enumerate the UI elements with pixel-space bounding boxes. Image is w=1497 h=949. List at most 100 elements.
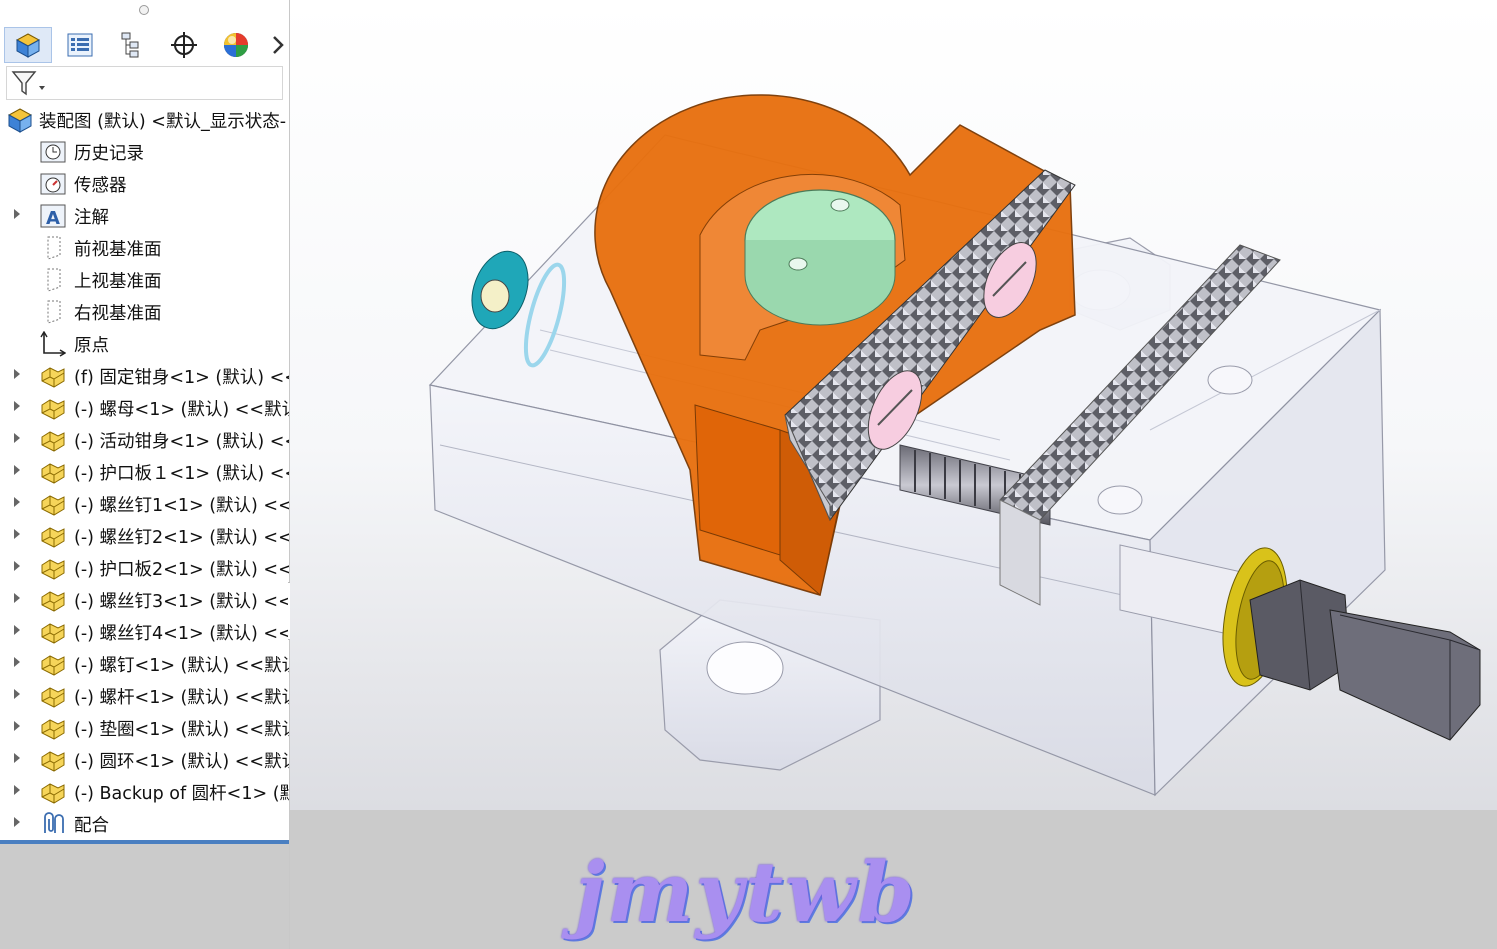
tree-item-part[interactable]: (-) 螺母<1> (默认) <<默认 (0, 391, 289, 423)
tree-item-label: (-) 螺母<1> (默认) <<默认 (74, 400, 290, 420)
property-manager-tab-icon (67, 33, 93, 57)
plane-icon (47, 236, 61, 260)
tree-item-label: 历史记录 (74, 144, 144, 164)
tree-item-label: (-) 垫圈<1> (默认) <<默认 (74, 720, 290, 740)
tree-item-label: 注解 (74, 208, 109, 228)
tree-item-part[interactable]: (-) 护口板１<1> (默认) << (0, 455, 289, 487)
expand-arrow-icon[interactable] (14, 785, 20, 795)
tree-item-label: (-) 护口板１<1> (默认) << (74, 464, 290, 484)
expand-arrow-icon[interactable] (14, 689, 20, 699)
part-icon (41, 719, 65, 740)
expand-arrow-icon[interactable] (14, 401, 20, 411)
dimxpert-manager-tab[interactable] (160, 27, 208, 63)
tree-item-part[interactable]: (f) 固定钳身<1> (默认) << (0, 359, 289, 391)
expand-arrow-icon[interactable] (14, 465, 20, 475)
expand-arrow-icon[interactable] (14, 753, 20, 763)
tree-item-label: 原点 (74, 336, 109, 356)
tree-item-front-plane[interactable]: 前视基准面 (0, 231, 289, 263)
mates-icon (44, 812, 64, 833)
tree-item-label: (-) 螺丝钉4<1> (默认) <<! (74, 624, 290, 644)
part-icon (41, 399, 65, 420)
dimxpert-manager-tab-icon (171, 32, 197, 58)
tree-item-part[interactable]: (-) 螺丝钉3<1> (默认) <<! (0, 583, 289, 615)
panel-footer (0, 844, 289, 949)
part-icon (41, 527, 65, 548)
tree-item-sensors[interactable]: 传感器 (0, 167, 289, 199)
expand-arrow-icon[interactable] (14, 561, 20, 571)
tree-item-part[interactable]: (-) 螺丝钉1<1> (默认) <<! (0, 487, 289, 519)
feature-manager-tab[interactable] (4, 27, 52, 63)
tree-item-label: (f) 固定钳身<1> (默认) << (74, 368, 290, 388)
plane-icon (47, 300, 61, 324)
tree-root-label: 装配图 (默认) <默认_显示状态- (39, 112, 287, 132)
part-icon (41, 687, 65, 708)
tree-item-label: (-) Backup of 圆杆<1> (默 (74, 784, 290, 804)
part-icon (41, 751, 65, 772)
origin-icon (40, 331, 66, 357)
tree-item-history[interactable]: 历史记录 (0, 135, 289, 167)
tree-item-label: (-) 螺丝钉3<1> (默认) <<! (74, 592, 290, 612)
tree-item-part[interactable]: (-) 垫圈<1> (默认) <<默认 (0, 711, 289, 743)
part-icon (41, 623, 65, 644)
tree-item-right-plane[interactable]: 右视基准面 (0, 295, 289, 327)
annotation-icon: A (40, 204, 66, 229)
part-icon (41, 495, 65, 516)
expand-arrow-icon[interactable] (14, 625, 20, 635)
tree-item-part[interactable]: (-) 圆环<1> (默认) <<默认 (0, 743, 289, 775)
part-icon (41, 591, 65, 612)
tree-item-label: (-) 螺杆<1> (默认) <<默认 (74, 688, 290, 708)
part-icon (41, 559, 65, 580)
expand-arrow-icon[interactable] (14, 817, 20, 827)
display-manager-tab-icon (224, 33, 248, 57)
tree-item-part[interactable]: (-) 活动钳身<1> (默认) << (0, 423, 289, 455)
tree-item-label: 上视基准面 (74, 272, 162, 292)
expand-arrow-icon[interactable] (14, 593, 20, 603)
display-manager-tab[interactable] (212, 27, 260, 63)
chevron-right-icon (273, 36, 284, 54)
panel-grip[interactable] (139, 5, 149, 15)
expand-arrow-icon[interactable] (14, 657, 20, 667)
tree-item-label: 右视基准面 (74, 304, 162, 324)
tree-item-part[interactable]: (-) 护口板2<1> (默认) <<! (0, 551, 289, 583)
tree-item-label: (-) 螺钉<1> (默认) <<默认 (74, 656, 290, 676)
assembly-icon (7, 108, 33, 133)
expand-arrow-icon[interactable] (14, 497, 20, 507)
feature-manager-tab-icon (15, 33, 41, 58)
tree-item-label: 前视基准面 (74, 240, 162, 260)
tree-item-part[interactable]: (-) 螺杆<1> (默认) <<默认 (0, 679, 289, 711)
property-manager-tab[interactable] (56, 27, 104, 63)
expand-arrow-icon[interactable] (14, 433, 20, 443)
tree-item-label: 传感器 (74, 176, 127, 196)
tree-item-origin[interactable]: 原点 (0, 327, 289, 359)
filter-icon (11, 71, 45, 96)
expand-arrow-icon[interactable] (14, 369, 20, 379)
tree-item-mates[interactable]: 配合 (0, 807, 289, 839)
feature-manager-panel: 装配图 (默认) <默认_显示状态- 历史记录 传感器 A 注解 前视基准面 上… (0, 0, 290, 949)
tree-item-part[interactable]: (-) Backup of 圆杆<1> (默 (0, 775, 289, 807)
tree-root-assembly[interactable]: 装配图 (默认) <默认_显示状态- (0, 103, 289, 135)
plane-icon (47, 268, 61, 292)
tree-item-part[interactable]: (-) 螺丝钉4<1> (默认) <<! (0, 615, 289, 647)
graphics-area[interactable] (290, 0, 1497, 810)
more-tabs-button[interactable] (270, 27, 286, 63)
expand-arrow-icon[interactable] (14, 721, 20, 731)
tree-item-label: (-) 活动钳身<1> (默认) << (74, 432, 290, 452)
tree-item-label: (-) 圆环<1> (默认) <<默认 (74, 752, 290, 772)
tree-filter[interactable] (6, 66, 283, 100)
vise-assembly-model[interactable] (290, 0, 1497, 810)
feature-tree: 装配图 (默认) <默认_显示状态- 历史记录 传感器 A 注解 前视基准面 上… (0, 103, 289, 839)
history-icon (40, 141, 66, 163)
part-icon (41, 463, 65, 484)
tree-item-label: (-) 护口板2<1> (默认) <<! (74, 560, 290, 580)
configuration-manager-tab[interactable] (108, 27, 156, 63)
tree-item-part[interactable]: (-) 螺丝钉2<1> (默认) <<! (0, 519, 289, 551)
expand-arrow-icon[interactable] (14, 209, 20, 219)
tree-item-label: 配合 (74, 816, 109, 836)
tree-item-top-plane[interactable]: 上视基准面 (0, 263, 289, 295)
expand-arrow-icon[interactable] (14, 529, 20, 539)
part-icon (41, 431, 65, 452)
tree-item-label: (-) 螺丝钉2<1> (默认) <<! (74, 528, 290, 548)
part-icon (41, 783, 65, 804)
tree-item-part[interactable]: (-) 螺钉<1> (默认) <<默认 (0, 647, 289, 679)
tree-item-annotations[interactable]: A 注解 (0, 199, 289, 231)
